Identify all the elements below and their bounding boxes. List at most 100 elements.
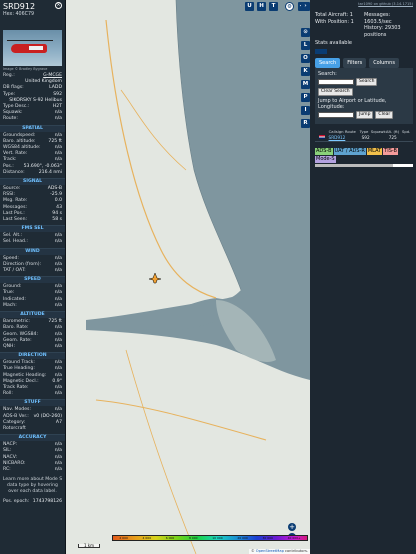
layer-toggle-target[interactable]: ⊙	[301, 28, 310, 37]
spatial-row-label: Distance:	[3, 169, 25, 175]
table-row[interactable]: SRD912 S92 725	[315, 135, 413, 142]
section-accuracy: ACCURACY	[0, 434, 65, 442]
stats-left: Total Aircraft: 1 With Position: 1	[315, 12, 364, 38]
github-link[interactable]: tar1090 on github (3.14.1715)	[312, 0, 416, 8]
tab-columns[interactable]: Columns	[369, 58, 399, 68]
direction-row: Roll: n/a	[0, 391, 65, 397]
altitude-row-label: QNH:	[3, 343, 16, 349]
column-header[interactable]	[315, 129, 329, 134]
wind-rows: Speed: n/a Direction (from): n/a TAT / OAT: n…	[0, 256, 65, 275]
layer-toggle-k[interactable]: K	[301, 67, 310, 76]
legend-uat-ads-r[interactable]: UAT / ADS-R	[333, 148, 366, 155]
aircraft-table-header: Callsign Route Type Squawk Alt. (ft) Spd.	[315, 129, 413, 134]
aircraft-photo[interactable]	[3, 30, 62, 66]
column-header[interactable]: Callsign	[329, 129, 344, 134]
rows_top-row-label: Reg.:	[3, 73, 15, 78]
pos-epoch-label: Pos. epoch:	[3, 499, 30, 505]
stats-block: Total Aircraft: 1 With Position: 1 Messa…	[312, 8, 416, 38]
tab-search[interactable]: Search	[315, 58, 341, 68]
colorbar-tick: 2 000	[119, 536, 128, 540]
layer-toggle-r[interactable]: R	[301, 119, 310, 128]
altitude-row-value: n/a	[54, 343, 62, 349]
search-button[interactable]: Search	[356, 78, 378, 86]
aircraft-table-body: SRD912 S92 725	[312, 135, 416, 142]
fms-rows: Sel. Alt.: n/a Sel. Head.: n/a	[0, 233, 65, 245]
rows_top-row-value: n/a	[54, 116, 62, 122]
osm-link[interactable]: OpenStreetMap	[256, 549, 284, 553]
column-header[interactable]: Spd.	[399, 129, 413, 134]
jump-row: Jump Clear	[318, 111, 410, 119]
callsign-cell[interactable]: SRD912	[329, 135, 346, 141]
clear-jump-button[interactable]: Clear	[375, 111, 394, 119]
fms-row-label: Sel. Head.:	[3, 239, 28, 245]
layer-toggle-o[interactable]: O	[301, 54, 310, 63]
pos-epoch-row: Pos. epoch: 1743798126	[0, 499, 65, 505]
column-header[interactable]: Type	[357, 129, 371, 134]
column-header[interactable]: Route	[344, 129, 358, 134]
zoom-in-button[interactable]: +	[288, 523, 296, 531]
photo-credit: Image © Bradley Bygrave	[3, 67, 48, 71]
settings-gear-icon[interactable]: ⚙	[285, 2, 294, 11]
direction-row-label: Roll:	[3, 391, 13, 397]
tab-filters[interactable]: Filters	[343, 58, 367, 68]
stuff-row-label: Rotorcraft	[3, 425, 26, 431]
section-spatial: SPATIAL	[0, 124, 65, 132]
selected-hex: Hex: 406C79	[3, 12, 62, 17]
map-button-h[interactable]: H	[257, 2, 266, 11]
signal-row: Last Seen: 58 s	[0, 217, 65, 223]
accuracy-row-label: RC:	[3, 466, 11, 472]
hex-value: 406C79	[15, 12, 35, 17]
table-horizontal-scrollbar[interactable]	[315, 164, 413, 167]
search-input[interactable]	[318, 79, 354, 85]
spatial-row: Distance: 216.4 nmi	[0, 170, 65, 176]
layer-toggle-i[interactable]: I	[301, 106, 310, 115]
layer-toggle-expand[interactable]: ›	[301, 2, 310, 11]
info-header: SRD912 Hex: 406C79 ×	[0, 0, 65, 30]
legend-mode-s[interactable]: Mode-S	[315, 156, 336, 163]
stats-button[interactable]	[315, 49, 327, 54]
section-wind: WIND	[0, 247, 65, 255]
search-row: Search	[318, 78, 410, 86]
clear-search-button[interactable]: Clear Search	[318, 88, 353, 96]
colorbar-labels: 2 000 4 000 6 000 8 000 10 000 20 000 30 000 40…	[112, 535, 308, 541]
alt-cell: 725	[388, 135, 397, 140]
map-button-t[interactable]: T	[269, 2, 278, 11]
rows_top-row-label: Route:	[3, 116, 18, 122]
legend-ads-b[interactable]: ADS-B	[315, 148, 333, 155]
wind-row: TAT / OAT: n/a	[0, 268, 65, 274]
accuracy-row-value: n/a	[54, 466, 62, 472]
sidebar: tar1090 on github (3.14.1715) Total Airc…	[312, 0, 416, 554]
legend-mlat[interactable]: MLAT	[366, 148, 383, 155]
layer-toggle-p[interactable]: P	[301, 93, 310, 102]
search-panel: Search: Search Clear Search Jump to Airp…	[315, 68, 413, 124]
section-altitude: ALTITUDE	[0, 311, 65, 319]
layer-toggle-m[interactable]: M	[301, 80, 310, 89]
map-button-u[interactable]: U	[245, 2, 254, 11]
uk-flag-icon	[318, 135, 325, 139]
with-position: With Position: 1	[315, 18, 354, 25]
map-canvas	[66, 0, 310, 554]
rows_top-row: Route: n/a	[0, 116, 65, 122]
scroll-thumb[interactable]	[315, 164, 394, 167]
altitude-row: QNH: n/a	[0, 344, 65, 350]
legend-tis-b[interactable]: TIS-B	[383, 148, 398, 155]
section-stuff: STUFF	[0, 399, 65, 407]
layer-toggle-l[interactable]: L	[301, 41, 310, 50]
direction-rows: Ground Track: n/a True Heading: n/a Magnetic…	[0, 360, 65, 397]
jump-input[interactable]	[318, 112, 354, 118]
land-area-south	[86, 330, 310, 554]
aircraft-info-panel: SRD912 Hex: 406C79 × Image © Bradley Byg…	[0, 0, 66, 554]
mode-s-note: Learn more about Mode S data type by hov…	[2, 477, 63, 495]
map-view[interactable]: U H T ⚙ ◂▸ + − 1 km 2 0004 0006 0008 000…	[66, 0, 310, 554]
hex-label: Hex:	[3, 12, 14, 17]
close-info-button[interactable]: ×	[55, 2, 62, 9]
signal-rows: Source: ADS-B RSSI: -25.9 Msg. Rate: 0.0 Messa…	[0, 186, 65, 223]
column-header[interactable]: Squawk	[371, 129, 386, 134]
column-header[interactable]: Alt. (ft)	[386, 129, 400, 134]
stuff-rows: Nav. Modes: n/a ADS-B Ver.: v0 (DO-260) Cate…	[0, 407, 65, 432]
fms-row: Sel. Head.: n/a	[0, 239, 65, 245]
signal-row-label: Last Seen:	[3, 217, 28, 223]
spatial-rows: Groundspeed: n/a Baro. altitude: 725 ft WGS8…	[0, 133, 65, 176]
pos-epoch-value: 1743798126	[32, 499, 62, 505]
jump-button[interactable]: Jump	[356, 111, 374, 119]
